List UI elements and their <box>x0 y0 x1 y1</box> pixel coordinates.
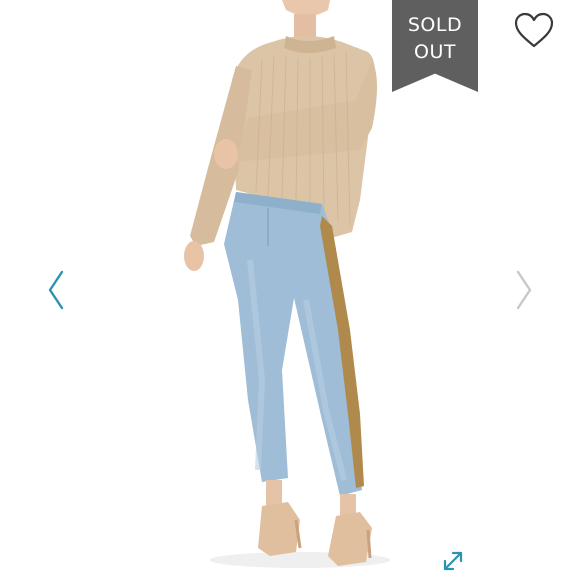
next-image-button[interactable] <box>510 268 536 312</box>
expand-icon <box>443 551 463 571</box>
sold-out-badge-line2: OUT <box>414 41 456 63</box>
chevron-left-icon <box>48 270 64 310</box>
product-photo <box>184 0 390 568</box>
product-image-viewer: SOLD OUT <box>0 0 580 580</box>
previous-image-button[interactable] <box>44 268 70 312</box>
heart-icon <box>514 12 554 48</box>
like-button[interactable] <box>513 12 555 50</box>
sold-out-badge-line1: SOLD <box>407 14 463 36</box>
chevron-right-icon <box>516 270 532 310</box>
expand-image-button[interactable] <box>440 548 466 574</box>
